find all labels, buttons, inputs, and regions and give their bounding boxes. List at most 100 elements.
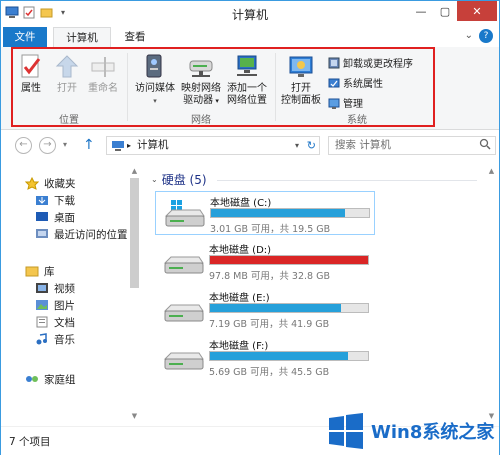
minimize-button[interactable]: — [409, 1, 433, 21]
address-bar[interactable]: ▸ 计算机 ▾ ↻ [106, 136, 320, 155]
nav-item-downloads[interactable]: 下载 [35, 192, 75, 208]
navigation-pane: 收藏夹 下载 桌面 最近访问的位置 库 视频 图片 文档 音乐 家庭组 [1, 161, 143, 426]
open-icon [53, 53, 81, 81]
group-divider [217, 180, 477, 181]
network-drive-icon [187, 53, 215, 81]
nav-item-music[interactable]: 音乐 [35, 331, 75, 347]
scroll-thumb[interactable] [130, 178, 139, 288]
up-arrow-icon[interactable]: ↑ [83, 137, 95, 153]
nav-scrollbar[interactable]: ▲ ▼ [129, 166, 140, 421]
address-row: ← → ▾ ↑ ▸ 计算机 ▾ ↻ 搜索 计算机 [1, 130, 499, 160]
tab-computer[interactable]: 计算机 [53, 27, 111, 48]
manage-icon [328, 97, 340, 109]
maximize-button[interactable]: ▢ [433, 1, 457, 21]
drive-usage-bar [209, 303, 369, 313]
nav-label: 音乐 [54, 333, 75, 346]
documents-icon [35, 316, 49, 328]
star-icon [24, 176, 40, 190]
drive-name: 本地磁盘 (C:) [210, 198, 272, 209]
hard-drive-icon [161, 341, 205, 375]
access-media-button[interactable]: 访问媒体 ▾ [133, 53, 177, 107]
scroll-up-arrow[interactable]: ▲ [129, 166, 140, 176]
ribbon-tabs: 文件 计算机 查看 ⌄ ? [1, 27, 499, 48]
map-drive-label-2: 驱动器 [183, 95, 214, 106]
help-icon[interactable]: ? [479, 29, 493, 43]
drive-space-info: 3.01 GB 可用，共 19.5 GB [210, 224, 331, 235]
open-control-panel-button[interactable]: 打开 控制面板 [279, 53, 323, 107]
nav-item-libraries[interactable]: 库 [25, 263, 55, 279]
properties-button[interactable]: 属性 [17, 53, 45, 95]
open-control-label-1: 打开 [291, 83, 311, 94]
system-properties-button[interactable]: 系统属性 [328, 75, 383, 90]
chevron-down-icon: ▾ [153, 97, 157, 105]
drive-name: 本地磁盘 (E:) [209, 293, 270, 304]
scroll-down-arrow[interactable]: ▼ [129, 411, 140, 421]
group-label-location: 位置 [59, 115, 79, 126]
rename-button[interactable]: 重命名 [85, 53, 121, 95]
manage-label: 管理 [343, 99, 363, 110]
forward-button[interactable]: → [39, 137, 56, 154]
drive-space-info: 97.8 MB 可用，共 32.8 GB [209, 271, 330, 282]
open-button[interactable]: 打开 [53, 53, 81, 95]
access-media-label: 访问媒体 [135, 83, 175, 94]
add-location-label-1: 添加一个 [227, 83, 267, 94]
content-scrollbar[interactable]: ▲ ▼ [486, 166, 497, 421]
group-label-network: 网络 [191, 115, 211, 126]
nav-label: 图片 [54, 299, 75, 312]
library-icon [25, 265, 39, 277]
tab-file[interactable]: 文件 [3, 27, 47, 47]
manage-button[interactable]: 管理 [328, 95, 363, 110]
music-icon [35, 333, 49, 345]
drive-item[interactable]: 本地磁盘 (D:) 97.8 MB 可用，共 32.8 GB [155, 239, 375, 283]
nav-item-favorites[interactable]: 收藏夹 [24, 175, 76, 191]
pictures-icon [35, 299, 49, 311]
nav-label: 收藏夹 [44, 177, 76, 190]
uninstall-label: 卸载或更改程序 [343, 59, 413, 70]
homegroup-icon [25, 373, 39, 385]
nav-label: 视频 [54, 282, 75, 295]
map-network-drive-button[interactable]: 映射网络 驱动器 ▾ [179, 53, 223, 107]
search-input[interactable]: 搜索 计算机 [328, 136, 496, 155]
back-button[interactable]: ← [15, 137, 32, 154]
tab-view[interactable]: 查看 [113, 27, 157, 47]
system-properties-icon [328, 77, 340, 89]
scroll-up-arrow[interactable]: ▲ [486, 166, 497, 176]
add-network-location-button[interactable]: 添加一个 网络位置 [225, 53, 269, 107]
drive-group-header[interactable]: ⌄ 硬盘 (5) [151, 171, 207, 188]
rename-label: 重命名 [88, 83, 118, 94]
title-bar: ▾ 计算机 — ▢ ✕ [1, 1, 499, 27]
downloads-icon [35, 194, 49, 206]
drive-usage-fill [210, 352, 349, 360]
nav-item-documents[interactable]: 文档 [35, 314, 75, 330]
search-icon[interactable] [479, 138, 491, 156]
chevron-right-icon[interactable]: ▸ [127, 137, 131, 154]
uninstall-icon [328, 57, 340, 69]
nav-item-desktop[interactable]: 桌面 [35, 209, 75, 225]
drive-space-info: 7.19 GB 可用，共 41.9 GB [209, 319, 330, 330]
ribbon: 属性 打开 重命名 位置 访问媒体 ▾ 映射网络 驱动器 ▾ 添加一个 网络位置… [1, 47, 499, 130]
drive-usage-fill [210, 256, 368, 264]
chevron-down-icon: ⌄ [151, 175, 158, 184]
drive-name: 本地磁盘 (D:) [209, 245, 272, 256]
group-label-system: 系统 [347, 115, 367, 126]
nav-item-homegroup[interactable]: 家庭组 [25, 371, 76, 387]
window-controls: — ▢ ✕ [409, 1, 497, 21]
uninstall-program-button[interactable]: 卸载或更改程序 [328, 55, 413, 70]
chevron-down-icon[interactable]: ▾ [295, 137, 299, 154]
drive-name: 本地磁盘 (F:) [209, 341, 269, 352]
chevron-down-icon[interactable]: ⌄ [465, 30, 473, 41]
ribbon-divider [127, 53, 128, 121]
nav-item-pictures[interactable]: 图片 [35, 297, 75, 313]
properties-label: 属性 [21, 83, 41, 94]
nav-item-videos[interactable]: 视频 [35, 280, 75, 296]
refresh-icon[interactable]: ↻ [307, 137, 316, 154]
chevron-down-icon: ▾ [213, 97, 219, 105]
drive-item[interactable]: 本地磁盘 (E:) 7.19 GB 可用，共 41.9 GB [155, 287, 375, 331]
close-button[interactable]: ✕ [457, 1, 497, 21]
chevron-down-icon[interactable]: ▾ [63, 140, 67, 149]
nav-item-recent[interactable]: 最近访问的位置 [35, 226, 128, 242]
group-title: 硬盘 (5) [161, 173, 207, 187]
ribbon-divider [275, 53, 276, 121]
drive-item[interactable]: 本地磁盘 (C:) 3.01 GB 可用，共 19.5 GB [155, 191, 375, 235]
drive-item[interactable]: 本地磁盘 (F:) 5.69 GB 可用，共 45.5 GB [155, 335, 375, 379]
